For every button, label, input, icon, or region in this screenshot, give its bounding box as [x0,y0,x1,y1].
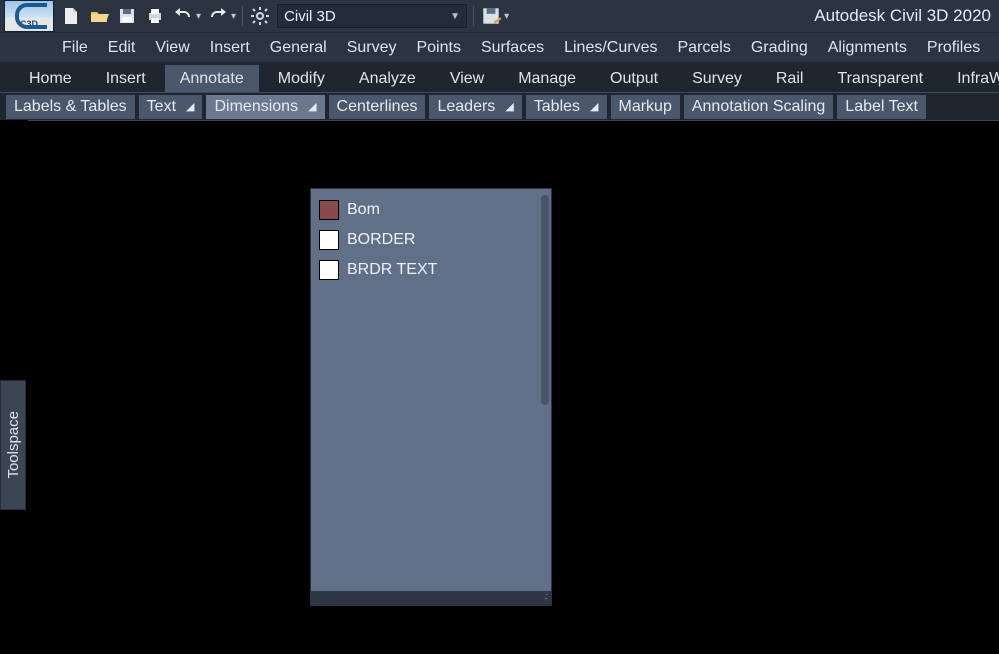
panel-tab-centerlines[interactable]: Centerlines [329,95,426,119]
menu-alignments[interactable]: Alignments [828,39,907,57]
dropdown-footer: .: [311,591,551,605]
panel-tab-label: Label Text [845,98,918,116]
menu-bar: File Edit View Insert General Survey Poi… [0,32,999,62]
qa-separator [473,6,474,26]
panel-tabs: Labels & Tables Text ◢ Dimensions ◢ Center… [0,92,999,120]
undo-dropdown-icon[interactable]: ▾ [196,11,201,22]
layer-name: BRDR TEXT [347,261,437,279]
expand-icon: ◢ [186,100,194,113]
menu-insert[interactable]: Insert [210,39,250,57]
layer-list-item[interactable]: Bom [315,195,547,225]
panel-tab-markup[interactable]: Markup [611,95,680,119]
tab-home[interactable]: Home [14,65,87,92]
undo-icon[interactable] [172,5,194,27]
panel-tab-dimensions[interactable]: Dimensions ◢ [206,95,324,119]
redo-icon[interactable] [207,5,229,27]
ribbon-tabs: Home Insert Annotate Modify Analyze View… [0,62,999,92]
tab-survey[interactable]: Survey [677,65,757,92]
layer-list-item[interactable]: BORDER [315,225,547,255]
menu-file[interactable]: File [62,39,88,57]
toolspace-label: Toolspace [5,411,22,479]
menu-edit[interactable]: Edit [108,39,136,57]
expand-icon: ◢ [505,100,513,113]
layer-color-swatch [319,230,339,250]
print-icon[interactable] [144,5,166,27]
open-file-icon[interactable] [88,5,110,27]
qa-separator [242,6,243,26]
layer-name: BORDER [347,231,415,249]
panel-tab-label-text[interactable]: Label Text [837,95,926,119]
save-icon[interactable] [116,5,138,27]
menu-grading[interactable]: Grading [751,39,808,57]
workspace-name: Civil 3D [284,8,336,25]
tab-insert[interactable]: Insert [91,65,161,92]
expand-icon: ◢ [308,100,316,113]
menu-parcels[interactable]: Parcels [677,39,730,57]
workspace-dropdown[interactable]: Civil 3D ▼ [277,4,467,28]
layer-name: Bom [347,201,380,219]
menu-profiles[interactable]: Profiles [927,39,980,57]
quick-save-icon[interactable] [480,5,502,27]
expand-icon: ◢ [590,100,598,113]
quick-save-dropdown-icon[interactable]: ▾ [504,11,509,22]
new-file-icon[interactable] [60,5,82,27]
panel-tab-tables[interactable]: Tables ◢ [526,95,607,119]
layer-color-swatch [319,200,339,220]
panel-tab-label: Labels & Tables [14,98,127,116]
menu-survey[interactable]: Survey [347,39,397,57]
tab-view[interactable]: View [435,65,499,92]
panel-tab-label: Tables [534,98,580,116]
menu-linescurves[interactable]: Lines/Curves [564,39,657,57]
app-logo[interactable]: C3D [4,0,54,32]
panel-tab-label: Leaders [437,98,495,116]
tab-annotate[interactable]: Annotate [165,65,259,92]
tab-infraworks[interactable]: InfraWorks [942,65,999,92]
panel-tab-annotation-scaling[interactable]: Annotation Scaling [684,95,833,119]
scrollbar[interactable] [541,195,549,405]
chevron-down-icon: ▼ [450,11,460,22]
layer-list-item[interactable]: BRDR TEXT [315,255,547,285]
layer-dropdown-list: Bom BORDER BRDR TEXT .: [310,188,552,606]
menu-general[interactable]: General [270,39,327,57]
app-logo-text: C3D [20,19,38,29]
quick-access-toolbar: C3D ▾ ▾ Civil 3D ▼ [0,0,999,32]
menu-points[interactable]: Points [416,39,460,57]
resize-grip-icon[interactable]: .: [544,591,547,601]
toolspace-tab[interactable]: Toolspace [0,380,26,510]
panel-tab-label: Markup [619,98,672,116]
layer-color-swatch [319,260,339,280]
panel-tab-label: Text [147,98,176,116]
menu-surfaces[interactable]: Surfaces [481,39,544,57]
menu-view[interactable]: View [155,39,189,57]
tab-manage[interactable]: Manage [503,65,591,92]
panel-tab-label: Annotation Scaling [692,98,825,116]
panel-tab-label: Centerlines [337,98,418,116]
panel-tab-text[interactable]: Text ◢ [139,95,203,119]
redo-dropdown-icon[interactable]: ▾ [231,11,236,22]
tab-output[interactable]: Output [595,65,673,92]
tab-modify[interactable]: Modify [263,65,340,92]
panel-tab-leaders[interactable]: Leaders ◢ [429,95,521,119]
gear-icon[interactable] [249,5,271,27]
panel-tab-labels-tables[interactable]: Labels & Tables [6,95,135,119]
tab-analyze[interactable]: Analyze [344,65,431,92]
app-title: Autodesk Civil 3D 2020 [814,6,995,26]
tab-transparent[interactable]: Transparent [822,65,938,92]
panel-tab-label: Dimensions [214,98,298,116]
tab-rail[interactable]: Rail [761,65,819,92]
